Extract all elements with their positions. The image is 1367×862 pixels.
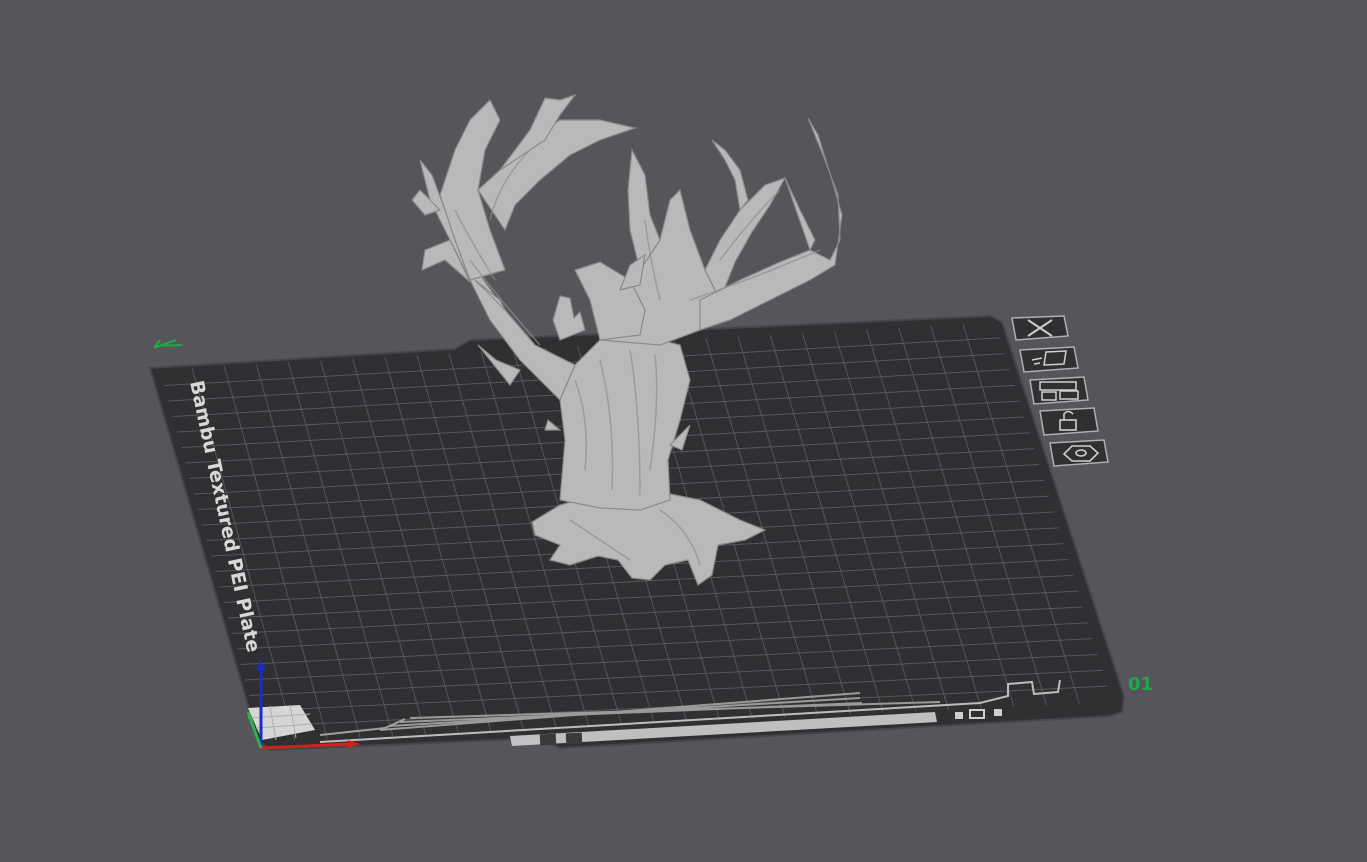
select-plate-button[interactable]	[1019, 346, 1079, 373]
edit-plate-name-icon[interactable]	[153, 339, 183, 349]
lock-plate-button[interactable]	[1039, 407, 1099, 436]
3d-viewport[interactable]: Bambu Textured PEI Plate 01 01	[0, 0, 1367, 858]
remove-plate-button[interactable]	[1011, 315, 1069, 341]
scene-canvas[interactable]: Bambu Textured PEI Plate 01 01	[0, 0, 1367, 858]
plate-number-display: 01	[1128, 674, 1153, 695]
arrange-plate-button[interactable]	[1029, 376, 1089, 405]
plate-settings-button[interactable]	[1049, 439, 1109, 467]
